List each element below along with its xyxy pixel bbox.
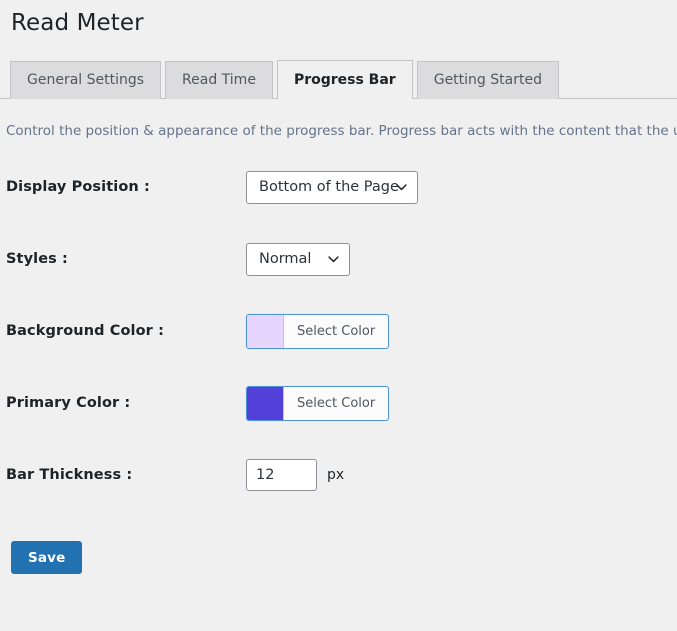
display-position-control: Bottom of the Page	[246, 170, 418, 204]
styles-selected-value: Normal	[259, 251, 312, 268]
section-description: Control the position & appearance of the…	[6, 122, 677, 139]
bar-thickness-unit-label: px	[327, 467, 345, 484]
background-color-picker-label: Select Color	[297, 323, 376, 339]
form-row-styles: Styles : Normal	[6, 235, 677, 283]
display-position-selected-value: Bottom of the Page	[259, 179, 399, 196]
chevron-down-icon	[327, 253, 340, 266]
form-row-primary-color: Primary Color : Select Color	[6, 379, 677, 427]
primary-color-picker-label: Select Color	[297, 395, 376, 411]
primary-color-control: Select Color	[246, 385, 390, 421]
tab-getting-started[interactable]: Getting Started	[416, 60, 559, 99]
bar-thickness-input[interactable]	[246, 459, 317, 492]
form-row-background-color: Background Color : Select Color	[6, 307, 677, 355]
primary-color-label: Primary Color :	[6, 395, 131, 412]
bar-thickness-label: Bar Thickness :	[6, 467, 133, 484]
background-color-picker-button[interactable]: Select Color	[246, 313, 390, 349]
background-color-control: Select Color	[246, 313, 390, 349]
styles-select[interactable]: Normal	[246, 242, 350, 276]
tab-general-settings[interactable]: General Settings	[10, 60, 162, 99]
form-row-bar-thickness: Bar Thickness : px	[6, 451, 677, 499]
primary-color-picker-button[interactable]: Select Color	[246, 385, 390, 421]
tab-progress-bar[interactable]: Progress Bar	[276, 59, 413, 99]
tab-bar: General Settings Read Time Progress Bar …	[0, 57, 677, 99]
background-color-label: Background Color :	[6, 323, 164, 340]
primary-color-swatch	[247, 386, 284, 420]
page-title: Read Meter	[11, 10, 144, 36]
styles-label: Styles :	[6, 251, 68, 268]
progress-bar-settings-form: Display Position : Bottom of the Page St…	[0, 163, 677, 499]
form-actions: Save	[0, 541, 677, 575]
save-button[interactable]: Save	[11, 541, 83, 575]
styles-control: Normal	[246, 242, 350, 276]
display-position-select[interactable]: Bottom of the Page	[246, 170, 418, 204]
tab-strip: General Settings Read Time Progress Bar …	[10, 57, 677, 99]
background-color-swatch	[247, 314, 284, 348]
tab-read-time[interactable]: Read Time	[165, 60, 273, 99]
form-row-display-position: Display Position : Bottom of the Page	[6, 163, 677, 211]
display-position-label: Display Position :	[6, 179, 150, 196]
bar-thickness-control: px	[246, 459, 345, 492]
